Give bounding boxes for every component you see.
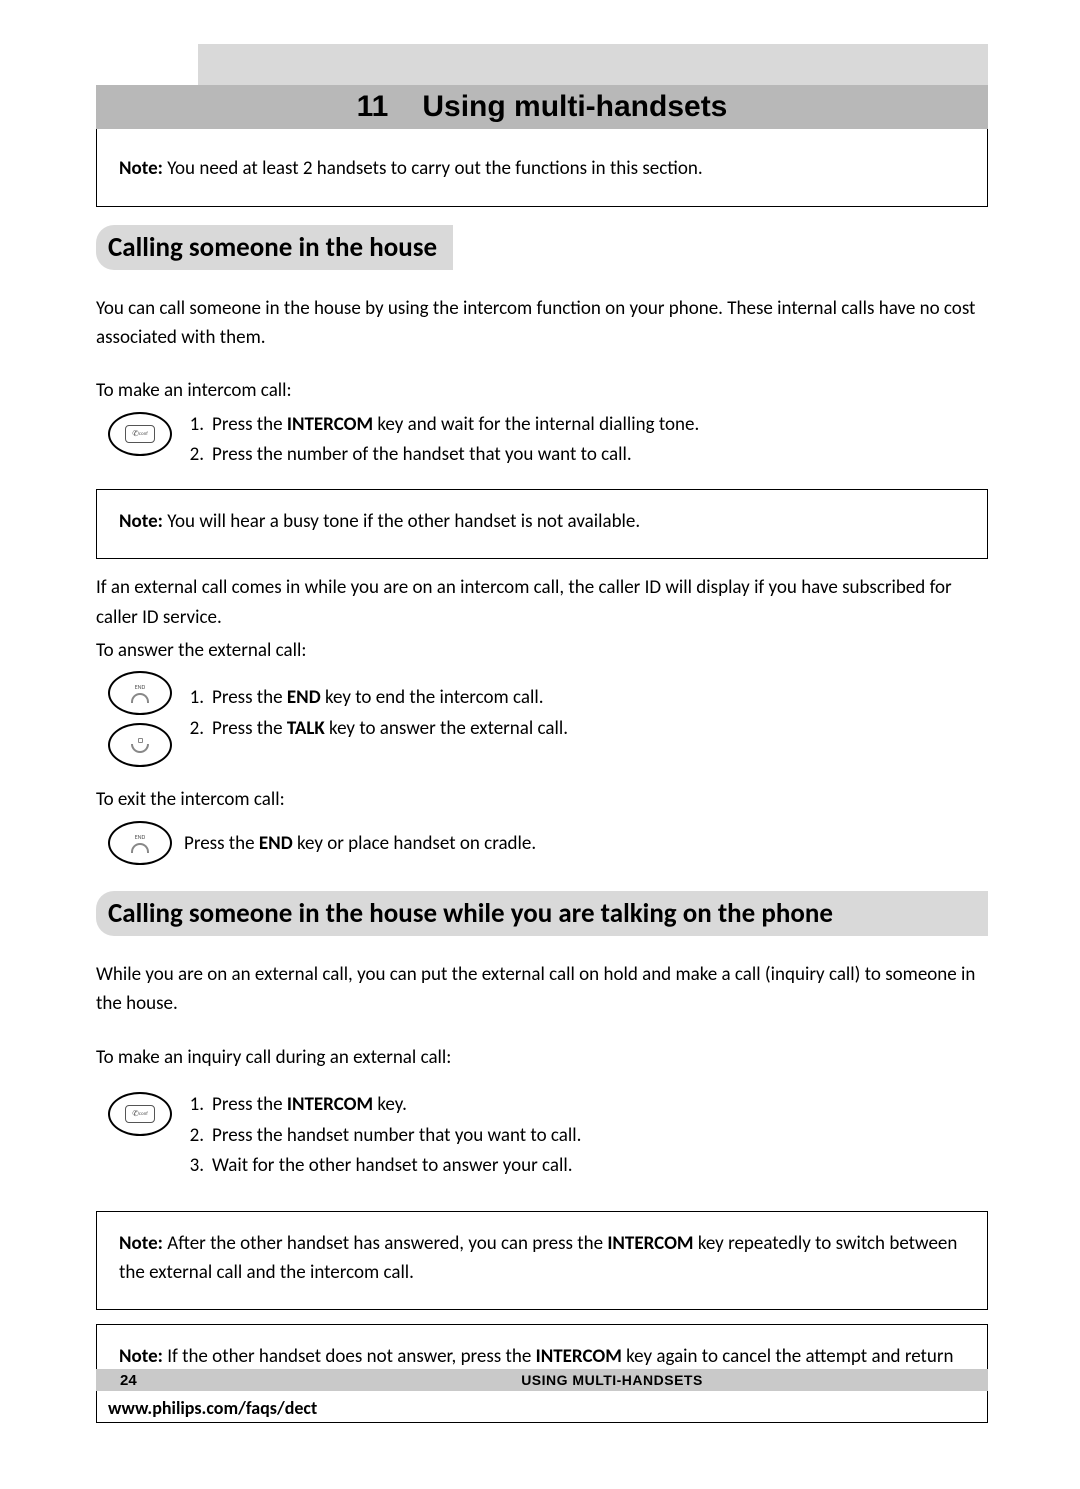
step-2: 2.Press the handset number that you want… xyxy=(184,1121,581,1151)
step-2: 2.Press the TALK key to answer the exter… xyxy=(184,714,568,744)
intercom-key-icon: ✆conf xyxy=(108,1092,172,1136)
note-label: Note: xyxy=(119,1345,163,1368)
note-text: You need at least 2 handsets to carry ou… xyxy=(167,157,702,180)
footer-bar: 24 USING MULTI-HANDSETS xyxy=(96,1369,988,1391)
note-label: Note: xyxy=(119,1232,163,1255)
section-heading-1: Calling someone in the house xyxy=(96,225,453,270)
step-3: 3.Wait for the other handset to answer y… xyxy=(184,1151,581,1181)
step-1: 1.Press the INTERCOM key and wait for th… xyxy=(184,410,699,440)
section2-lead: To make an inquiry call during an extern… xyxy=(96,1043,988,1072)
step-block-answer: END 1.Press the END key to end the inter… xyxy=(96,669,988,767)
note-box-requirements: Note: You need at least 2 handsets to ca… xyxy=(96,129,988,207)
intercom-glyph: ✆conf xyxy=(125,1105,155,1123)
steps-list: 1.Press the END key to end the intercom … xyxy=(184,669,568,744)
icon-col: ✆conf xyxy=(96,1090,184,1136)
section1-intro: You can call someone in the house by usi… xyxy=(96,294,988,353)
end-key-icon: END xyxy=(108,671,172,715)
steps-list: 1.Press the INTERCOM key and wait for th… xyxy=(184,410,699,471)
step-2: 2.Press the number of the handset that y… xyxy=(184,440,699,470)
external-info: If an external call comes in while you a… xyxy=(96,573,988,632)
section1-lead3: To exit the intercom call: xyxy=(96,785,988,814)
note-label: Note: xyxy=(119,510,163,533)
section1-lead2: To answer the external call: xyxy=(96,636,988,665)
end-key-icon: END xyxy=(108,821,172,865)
talk-key-icon xyxy=(108,723,172,767)
icon-col: END xyxy=(96,819,184,865)
footer-title: USING MULTI-HANDSETS xyxy=(356,1372,868,1388)
chapter-number: 11 xyxy=(357,90,389,124)
step-1: 1.Press the INTERCOM key. xyxy=(184,1090,581,1120)
section2-intro: While you are on an external call, you c… xyxy=(96,960,988,1019)
page-number: 24 xyxy=(96,1372,356,1389)
step-1: 1.Press the END key to end the intercom … xyxy=(184,683,568,713)
intercom-key-icon: ✆conf xyxy=(108,412,172,456)
step-block-exit: END Press the END key or place handset o… xyxy=(96,819,988,865)
icon-col: ✆conf xyxy=(96,410,184,456)
note-box-busy: Note: You will hear a busy tone if the o… xyxy=(96,489,988,560)
chapter-title: Using multi-handsets xyxy=(422,90,727,124)
note-label: Note: xyxy=(119,157,163,180)
step-block-inquiry: ✆conf 1.Press the INTERCOM key. 2.Press … xyxy=(96,1090,988,1181)
note-text: You will hear a busy tone if the other h… xyxy=(167,510,640,533)
icon-col: END xyxy=(96,669,184,767)
footer-url: www.philips.com/faqs/dect xyxy=(96,1397,988,1419)
steps-list: 1.Press the INTERCOM key. 2.Press the ha… xyxy=(184,1090,581,1181)
chapter-header: 11 Using multi-handsets xyxy=(96,85,988,129)
page-content: Note: You need at least 2 handsets to ca… xyxy=(96,129,988,1437)
intercom-glyph: ✆conf xyxy=(125,425,155,443)
note-box-switch: Note: After the other handset has answer… xyxy=(96,1211,988,1310)
step-block-intercom: ✆conf 1.Press the INTERCOM key and wait … xyxy=(96,410,988,471)
section-heading-2: Calling someone in the house while you a… xyxy=(96,891,988,936)
page-footer: 24 USING MULTI-HANDSETS www.philips.com/… xyxy=(96,1369,988,1419)
exit-text: Press the END key or place handset on cr… xyxy=(184,819,536,859)
section1-lead1: To make an intercom call: xyxy=(96,376,988,405)
